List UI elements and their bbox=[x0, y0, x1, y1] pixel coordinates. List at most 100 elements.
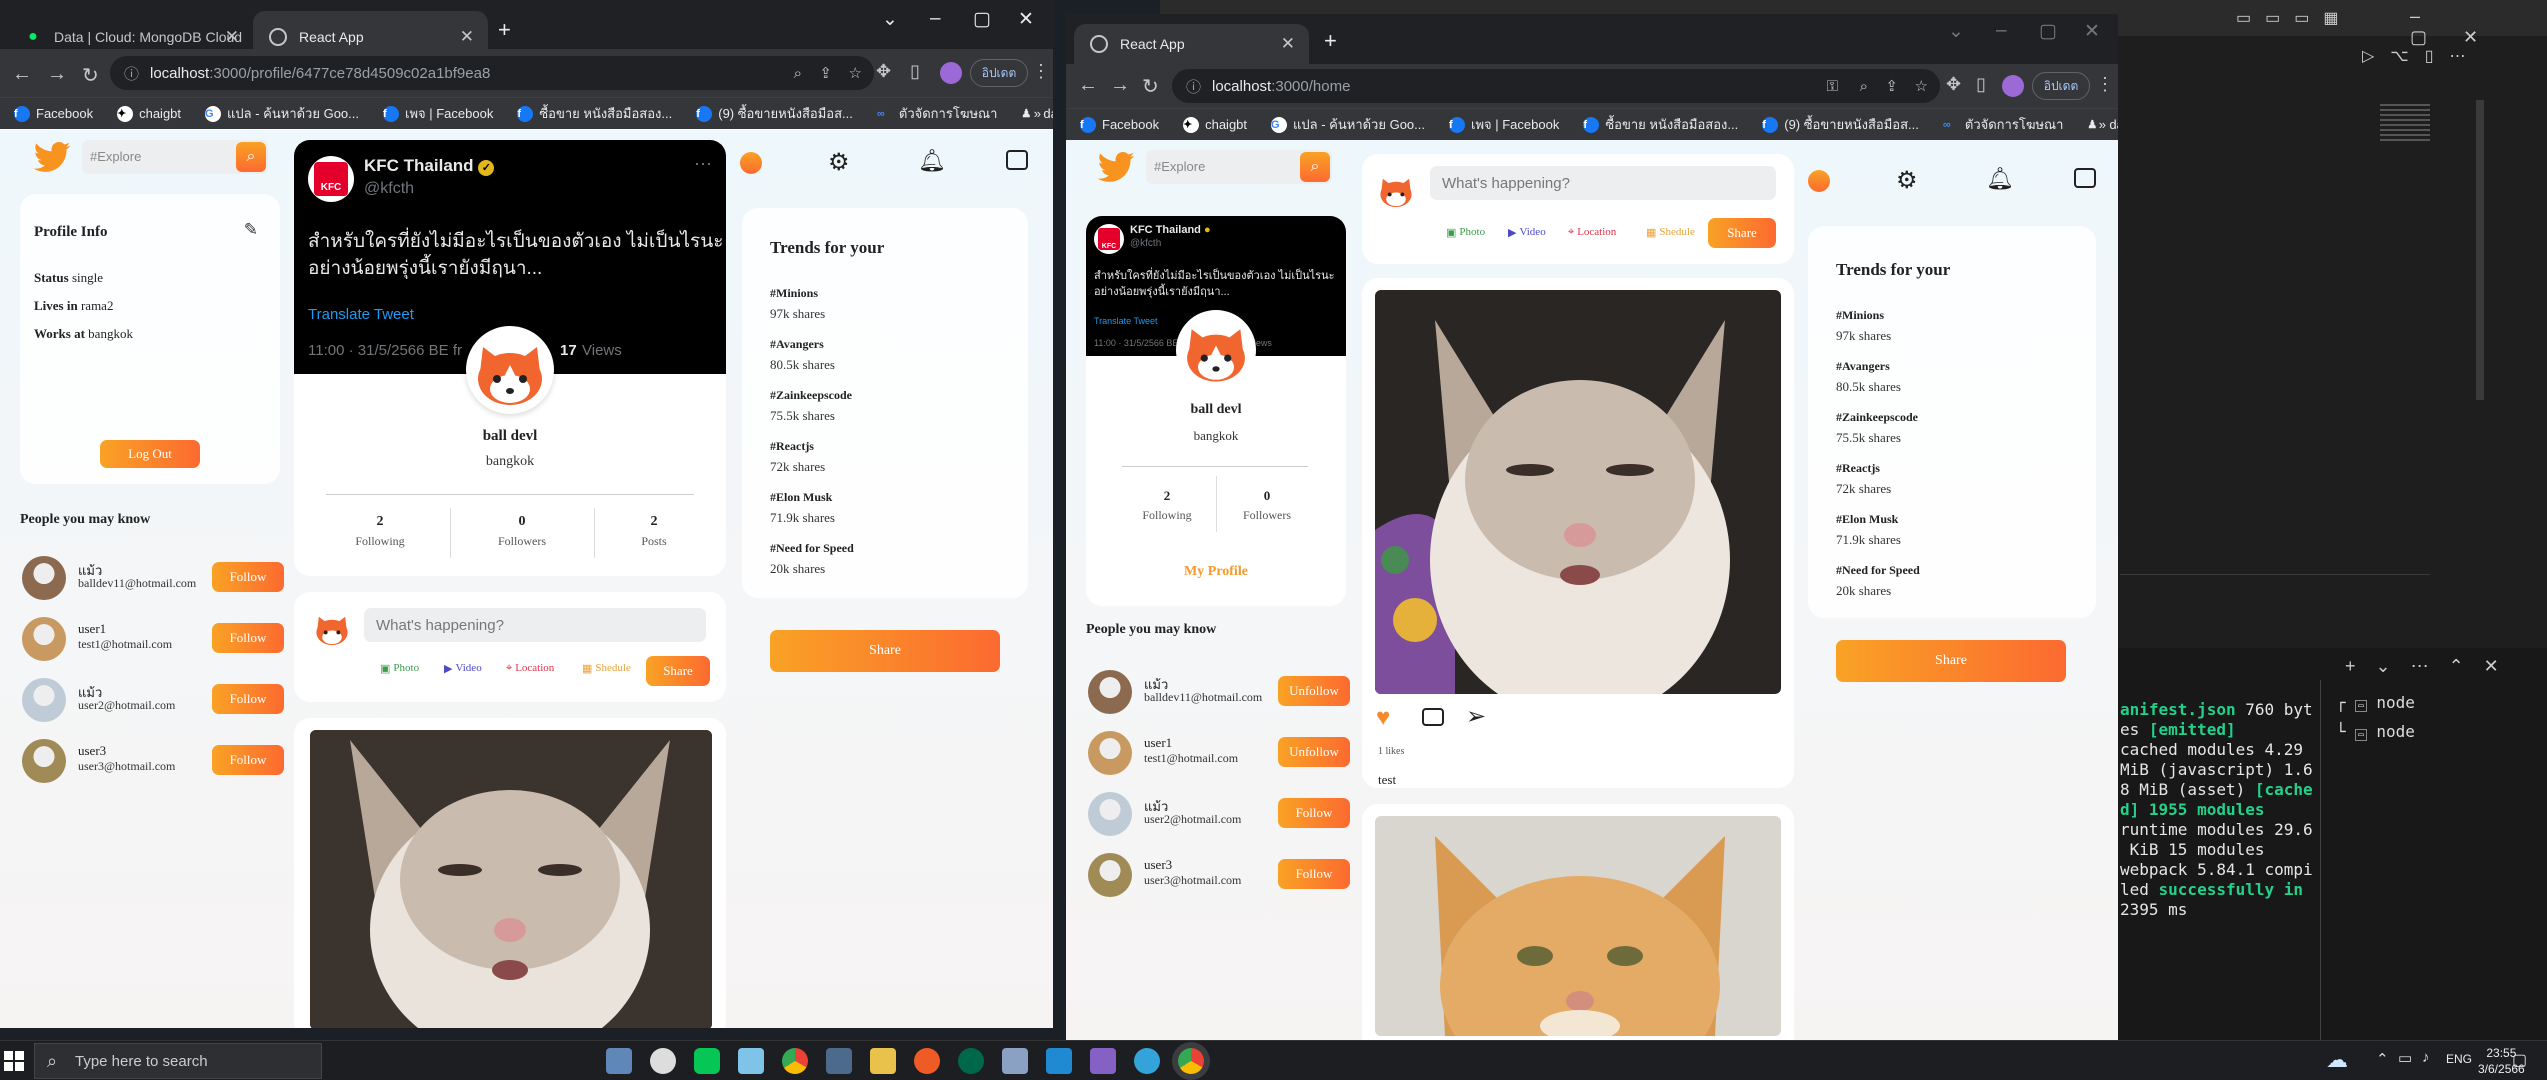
follow-button[interactable]: Follow bbox=[212, 745, 284, 775]
bookmark-item[interactable]: ∞ ตัวจัดการโฆษณา bbox=[1943, 114, 2064, 135]
tab-search-icon[interactable]: ⌄ bbox=[1948, 20, 1964, 43]
schedule-option[interactable]: ▦ Shedule bbox=[582, 662, 631, 675]
posts-stat[interactable]: 2 Posts bbox=[594, 514, 714, 549]
tray-chevron-icon[interactable]: ⌃ bbox=[2376, 1050, 2389, 1068]
follow-button[interactable]: Unfollow bbox=[1278, 737, 1350, 767]
comment-icon[interactable] bbox=[1006, 150, 1028, 170]
big-share-button[interactable]: Share bbox=[770, 630, 1000, 672]
forward-icon[interactable]: → bbox=[1110, 74, 1130, 97]
trend-item[interactable]: #Zainkeepscode 75.5k shares bbox=[770, 388, 854, 424]
site-info-icon[interactable]: ⓘ bbox=[124, 63, 139, 84]
profile-avatar[interactable] bbox=[2002, 75, 2024, 97]
follow-button[interactable]: Follow bbox=[212, 684, 284, 714]
trend-item[interactable]: #Need for Speed 20k shares bbox=[1836, 563, 1920, 599]
send-icon[interactable]: ➢ bbox=[1466, 702, 1486, 731]
folder-app-icon[interactable] bbox=[606, 1048, 632, 1074]
close-window-icon[interactable]: ✕ bbox=[1018, 8, 1034, 31]
trend-item[interactable]: #Minions 97k shares bbox=[1836, 308, 1920, 344]
bookmark-item[interactable]: f Facebook bbox=[14, 105, 93, 122]
notification-center-icon[interactable]: ▢ bbox=[2512, 1050, 2527, 1070]
trend-item[interactable]: #Reactjs 72k shares bbox=[1836, 461, 1920, 497]
heart-icon[interactable]: ♥ bbox=[1376, 704, 1390, 732]
network-icon[interactable]: ▭ bbox=[2398, 1049, 2412, 1067]
twitter-logo-icon[interactable] bbox=[30, 138, 74, 178]
minimize-icon[interactable]: – bbox=[1996, 20, 2007, 42]
extensions-icon[interactable]: ✥ bbox=[876, 61, 891, 82]
video-option[interactable]: ▶ Video bbox=[444, 662, 482, 675]
bookmark-item[interactable]: ✦ chaigbt bbox=[1183, 116, 1247, 133]
close-window-icon[interactable]: ✕ bbox=[2084, 20, 2100, 43]
trend-item[interactable]: #Avangers 80.5k shares bbox=[770, 337, 854, 373]
followers-stat[interactable]: 0 Followers bbox=[462, 514, 582, 549]
logout-button[interactable]: Log Out bbox=[100, 440, 200, 468]
schedule-option[interactable]: ▦ Shedule bbox=[1646, 226, 1695, 239]
trend-item[interactable]: #Zainkeepscode 75.5k shares bbox=[1836, 410, 1920, 446]
url-field[interactable]: ⓘ localhost:3000/profile/6477ce78d4509c0… bbox=[110, 56, 874, 90]
sidepanel-icon[interactable]: ▯ bbox=[1976, 74, 1986, 95]
close-tab-icon[interactable]: ✕ bbox=[1281, 34, 1295, 54]
photo-option[interactable]: ▣ Photo bbox=[1446, 226, 1485, 239]
site-info-icon[interactable]: ⓘ bbox=[1186, 76, 1201, 97]
bookmark-item[interactable]: f เพจ | Facebook bbox=[1449, 114, 1559, 135]
comment-bubble-icon[interactable] bbox=[1422, 708, 1444, 726]
bookmark-item[interactable]: G แปล - ค้นหาด้วย Goo... bbox=[205, 103, 359, 124]
line-app-icon[interactable] bbox=[694, 1048, 720, 1074]
follow-button[interactable]: Follow bbox=[1278, 798, 1350, 828]
bookmarks-overflow-icon[interactable]: » bbox=[1034, 106, 1041, 121]
share-button[interactable]: Share bbox=[1708, 218, 1776, 248]
tab-search-icon[interactable]: ⌄ bbox=[882, 8, 898, 31]
video-option[interactable]: ▶ Video bbox=[1508, 226, 1546, 239]
bookmark-item[interactable]: f Facebook bbox=[1080, 116, 1159, 133]
settings-icon[interactable]: ⚙ bbox=[1896, 166, 1918, 195]
notification-icon[interactable]: 🔔︎ bbox=[1986, 166, 2014, 192]
photo-option[interactable]: ▣ Photo bbox=[380, 662, 419, 675]
language-indicator[interactable]: ENG bbox=[2446, 1052, 2472, 1066]
follow-button[interactable]: Unfollow bbox=[1278, 676, 1350, 706]
url-field[interactable]: ⓘ localhost:3000/home ⚿ ⌕ ⇪ ☆ bbox=[1172, 69, 1940, 103]
big-share-button[interactable]: Share bbox=[1836, 640, 2066, 682]
search-icon[interactable]: ⌕ bbox=[236, 142, 266, 172]
share-page-icon[interactable]: ⇪ bbox=[819, 64, 832, 82]
reload-icon[interactable]: ↻ bbox=[1142, 74, 1159, 99]
password-key-icon[interactable]: ⚿ bbox=[1827, 78, 1838, 95]
zoom-icon[interactable]: ⌕ bbox=[794, 65, 802, 82]
bookmark-item[interactable]: f ซื้อขาย หนังสือมือสอง... bbox=[517, 103, 672, 124]
comment-icon[interactable] bbox=[2074, 168, 2096, 188]
trend-item[interactable]: #Avangers 80.5k shares bbox=[1836, 359, 1920, 395]
mongodb-app-icon[interactable] bbox=[958, 1048, 984, 1074]
bookmark-item[interactable]: f เพจ | Facebook bbox=[383, 103, 493, 124]
tab-react-app[interactable]: React App ✕ bbox=[1074, 24, 1309, 64]
files-app-icon[interactable] bbox=[738, 1048, 764, 1074]
forward-icon[interactable]: → bbox=[47, 63, 67, 86]
bookmark-star-icon[interactable]: ☆ bbox=[1915, 77, 1928, 95]
trend-item[interactable]: #Reactjs 72k shares bbox=[770, 439, 854, 475]
settings-icon[interactable]: ⚙ bbox=[828, 148, 850, 177]
weather-icon[interactable]: ☁ bbox=[2326, 1047, 2348, 1073]
reload-icon[interactable]: ↻ bbox=[82, 63, 99, 88]
location-option[interactable]: ⌖ Location bbox=[506, 662, 554, 675]
maximize-icon[interactable]: ▢ bbox=[973, 8, 991, 31]
trend-item[interactable]: #Elon Musk 71.9k shares bbox=[1836, 512, 1920, 548]
bookmark-item[interactable]: f ซื้อขาย หนังสือมือสอง... bbox=[1583, 114, 1738, 135]
vscode-run-icon[interactable]: ▷⌥▯⋯ bbox=[2362, 46, 2482, 66]
translate-link[interactable]: Translate Tweet bbox=[308, 306, 414, 323]
extensions-icon[interactable]: ✥ bbox=[1946, 74, 1961, 95]
home-icon[interactable] bbox=[1808, 170, 1830, 192]
windows-start-icon[interactable] bbox=[4, 1051, 24, 1071]
update-button[interactable]: อิปเดต bbox=[2032, 72, 2090, 100]
bookmark-item[interactable]: ✦ chaigbt bbox=[117, 105, 181, 122]
edge-app-icon[interactable] bbox=[1134, 1048, 1160, 1074]
twitter-logo-icon[interactable] bbox=[1094, 148, 1138, 188]
bookmark-item[interactable]: G แปล - ค้นหาด้วย Goo... bbox=[1271, 114, 1425, 135]
notes-app-icon[interactable] bbox=[870, 1048, 896, 1074]
bookmark-item[interactable]: f (9) ซื้อขายหนังสือมือส... bbox=[1762, 114, 1919, 135]
profile-avatar[interactable] bbox=[940, 62, 962, 84]
taskbar-search[interactable]: ⌕ Type here to search bbox=[34, 1043, 322, 1079]
close-tab-icon[interactable]: ✕ bbox=[460, 27, 474, 47]
home-icon[interactable] bbox=[740, 152, 762, 174]
back-icon[interactable]: ← bbox=[1078, 74, 1098, 97]
bookmark-star-icon[interactable]: ☆ bbox=[849, 64, 862, 82]
notification-icon[interactable]: 🔔︎ bbox=[918, 148, 946, 174]
zoom-icon[interactable]: ⌕ bbox=[1860, 78, 1868, 95]
docker-app-icon[interactable] bbox=[1002, 1048, 1028, 1074]
